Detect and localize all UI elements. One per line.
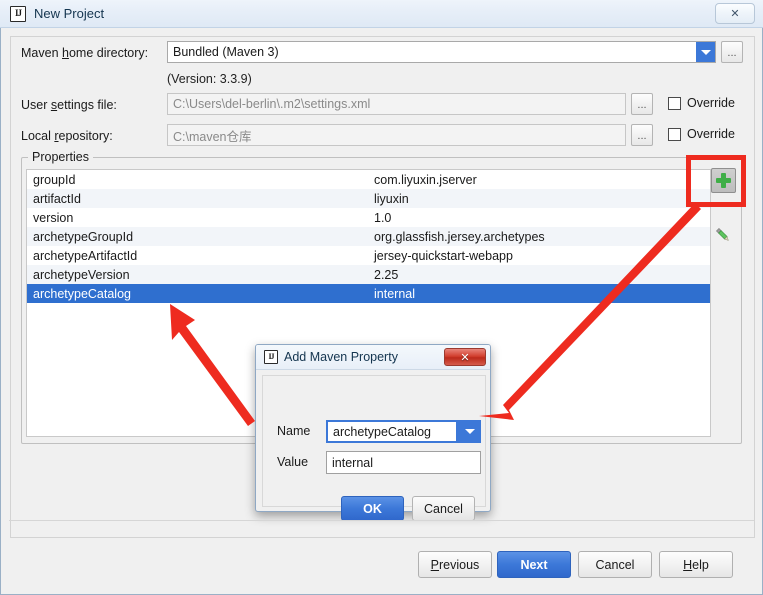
modal-title: Add Maven Property — [284, 350, 398, 364]
previous-button-label: Previous — [430, 557, 480, 572]
property-name-cell: archetypeCatalog — [33, 286, 131, 301]
next-button-label: Next — [520, 557, 548, 572]
property-value-cell: jersey-quickstart-webapp — [374, 248, 513, 263]
property-name-cell: groupId — [33, 172, 76, 187]
chevron-down-icon — [700, 49, 711, 55]
user-settings-file-label: User settings file: — [21, 98, 117, 112]
intellij-idea-icon: IJ — [264, 350, 278, 364]
help-button[interactable]: Help — [659, 551, 733, 578]
maven-home-directory-label: Maven home directory: — [21, 46, 149, 60]
window-title: New Project — [34, 6, 105, 21]
table-row[interactable]: archetypeArtifactId jersey-quickstart-web… — [27, 246, 710, 265]
modal-content: Name archetypeCatalog Value internal OK … — [262, 375, 486, 521]
add-maven-property-dialog: IJ Add Maven Property ✕ Name archetypeCa… — [255, 344, 491, 521]
ellipsis-icon: ... — [637, 99, 647, 111]
maven-home-directory-value: Bundled (Maven 3) — [173, 45, 279, 59]
close-icon: ✕ — [460, 351, 470, 364]
window-titlebar: IJ New Project — [0, 0, 763, 28]
user-settings-file-input[interactable]: C:\Users\del-berlin\.m2\settings.xml — [167, 93, 626, 115]
help-button-label: Help — [683, 557, 709, 572]
plus-icon — [716, 173, 731, 188]
property-value-cell: 1.0 — [374, 210, 392, 225]
local-repository-browse-button[interactable]: ... — [631, 124, 653, 146]
property-value-cell: 2.25 — [374, 267, 399, 282]
user-settings-browse-button[interactable]: ... — [631, 93, 653, 115]
window-close-button[interactable]: ✕ — [715, 3, 755, 24]
maven-home-dropdown-arrow[interactable] — [696, 42, 715, 62]
local-repository-override-label: Override — [687, 127, 735, 141]
value-label: Value — [277, 455, 309, 469]
modal-close-button[interactable]: ✕ — [444, 348, 486, 366]
close-icon: ✕ — [730, 8, 740, 20]
table-row[interactable]: archetypeCatalog internal — [27, 284, 710, 303]
local-repository-label: Local repository: — [21, 129, 113, 143]
intellij-idea-icon: IJ — [10, 5, 26, 22]
cancel-button-label: Cancel — [424, 501, 463, 516]
value-input[interactable]: internal — [326, 451, 481, 474]
property-name-cell: archetypeArtifactId — [33, 248, 138, 263]
previous-button[interactable]: Previous — [418, 551, 492, 578]
footer-separator — [9, 520, 754, 521]
footer-cancel-label: Cancel — [595, 557, 635, 572]
ellipsis-icon: ... — [727, 47, 737, 59]
pencil-icon — [715, 227, 729, 241]
new-project-window: IJ New Project ✕ Maven home directory: B… — [0, 0, 763, 595]
property-name-cell: archetypeGroupId — [33, 229, 134, 244]
ellipsis-icon: ... — [637, 130, 647, 142]
user-settings-override-checkbox[interactable]: Override — [668, 96, 735, 110]
maven-home-browse-button[interactable]: ... — [721, 41, 743, 63]
edit-property-button[interactable] — [713, 225, 733, 245]
local-repository-override-checkbox[interactable]: Override — [668, 127, 735, 141]
value-text: internal — [332, 455, 373, 470]
properties-group-title: Properties — [28, 150, 93, 164]
footer-cancel-button[interactable]: Cancel — [578, 551, 652, 578]
maven-home-directory-combo[interactable]: Bundled (Maven 3) — [167, 41, 716, 63]
user-settings-file-value: C:\Users\del-berlin\.m2\settings.xml — [173, 97, 371, 111]
name-combo[interactable]: archetypeCatalog — [326, 420, 481, 443]
table-row[interactable]: groupId com.liyuxin.jserver — [27, 170, 710, 189]
maven-version-text: (Version: 3.3.9) — [167, 72, 252, 86]
modal-titlebar: IJ Add Maven Property ✕ — [256, 345, 490, 370]
ok-button[interactable]: OK — [341, 496, 404, 521]
local-repository-input[interactable]: C:\maven仓库 — [167, 124, 626, 146]
property-name-cell: artifactId — [33, 191, 81, 206]
local-repository-value: C:\maven仓库 — [173, 129, 252, 144]
property-value-cell: internal — [374, 286, 415, 301]
table-row[interactable]: version 1.0 — [27, 208, 710, 227]
checkbox-icon — [668, 96, 681, 110]
ok-button-label: OK — [363, 501, 382, 516]
add-property-button[interactable] — [711, 168, 736, 193]
property-value-cell: org.glassfish.jersey.archetypes — [374, 229, 545, 244]
cancel-button[interactable]: Cancel — [412, 496, 475, 521]
checkbox-icon — [668, 127, 681, 141]
next-button[interactable]: Next — [497, 551, 571, 578]
name-dropdown-arrow[interactable] — [456, 422, 479, 441]
table-row[interactable]: artifactId liyuxin — [27, 189, 710, 208]
table-row[interactable]: archetypeGroupId org.glassfish.jersey.arc… — [27, 227, 710, 246]
property-name-cell: version — [33, 210, 74, 225]
name-value: archetypeCatalog — [333, 424, 431, 439]
property-value-cell: liyuxin — [374, 191, 409, 206]
property-value-cell: com.liyuxin.jserver — [374, 172, 477, 187]
user-settings-override-label: Override — [687, 96, 735, 110]
table-row[interactable]: archetypeVersion 2.25 — [27, 265, 710, 284]
property-name-cell: archetypeVersion — [33, 267, 130, 282]
name-label: Name — [277, 424, 311, 438]
chevron-down-icon — [465, 429, 475, 434]
